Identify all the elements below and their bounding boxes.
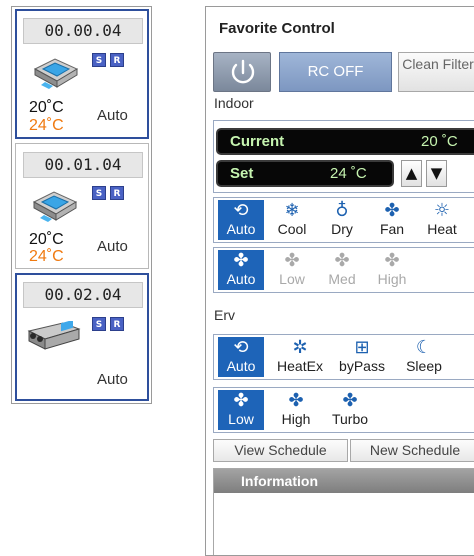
current-temp: 20˚C bbox=[29, 99, 64, 116]
snowflake-icon: ❄ bbox=[284, 200, 300, 221]
cassette-ac-icon bbox=[32, 191, 78, 222]
current-value: 20 ˚C bbox=[421, 133, 458, 150]
set-temp: 24˚C bbox=[29, 117, 64, 134]
erv-fan-turbo-button[interactable]: ✤ Turbo bbox=[327, 390, 373, 430]
unit-id: 00.02.04 bbox=[23, 282, 143, 308]
fan-auto-button[interactable]: ✤ Auto bbox=[218, 250, 264, 290]
information-header: Information bbox=[214, 469, 474, 493]
erv-fan-speed-row: ✤ Low ✤ High ✤ Turbo bbox=[213, 387, 474, 433]
indoor-section-label: Indoor bbox=[214, 95, 254, 111]
current-label: Current bbox=[230, 133, 285, 150]
s-badge: S bbox=[92, 317, 106, 331]
mode-label: Auto bbox=[97, 107, 128, 124]
erv-unit-icon bbox=[27, 321, 81, 350]
erv-heatex-button[interactable]: ✲ HeatEx bbox=[274, 337, 326, 377]
droplet-icon: ♁ bbox=[335, 200, 349, 221]
mode-dry-button[interactable]: ♁ Dry bbox=[319, 200, 365, 240]
fan-low-icon: ✤ bbox=[284, 250, 300, 271]
bypass-icon: ⊞ bbox=[354, 337, 370, 358]
auto-mode-icon: ⟲ bbox=[233, 200, 249, 221]
mode-label: Auto bbox=[97, 238, 128, 255]
mode-heat-button[interactable]: ☼ Heat bbox=[419, 200, 465, 240]
indoor-mode-row: ⟲ Auto ❄ Cool ♁ Dry ✤ Fan ☼ Heat bbox=[213, 197, 474, 243]
information-panel: Information bbox=[213, 468, 474, 555]
mode-auto-button[interactable]: ⟲ Auto bbox=[218, 200, 264, 240]
set-temp-display: Set 24 ˚C bbox=[216, 160, 394, 187]
fan-auto-icon: ✤ bbox=[233, 250, 249, 271]
current-temp-display: Current 20 ˚C bbox=[216, 128, 474, 155]
current-temp: 20˚C bbox=[29, 231, 64, 248]
r-badge: R bbox=[110, 53, 124, 67]
fan-low-button[interactable]: ✤ Low bbox=[269, 250, 315, 290]
unit-id: 00.00.04 bbox=[23, 18, 143, 44]
s-badge: S bbox=[92, 53, 106, 67]
erv-mode-row: ⟲ Auto ✲ HeatEx ⊞ byPass ☾ Sleep bbox=[213, 334, 474, 380]
unit-card-00-02-04[interactable]: 00.02.04 S R Auto bbox=[15, 273, 149, 401]
fan-high-icon: ✤ bbox=[288, 390, 304, 411]
erv-bypass-button[interactable]: ⊞ byPass bbox=[336, 337, 388, 377]
erv-section-label: Erv bbox=[214, 307, 235, 323]
rc-off-button[interactable]: RC OFF bbox=[279, 52, 392, 92]
fan-med-button[interactable]: ✤ Med bbox=[319, 250, 365, 290]
s-badge: S bbox=[92, 186, 106, 200]
indoor-fan-speed-row: ✤ Auto ✤ Low ✤ Med ✤ High bbox=[213, 247, 474, 293]
sleep-icon: ☾ bbox=[415, 337, 433, 358]
clean-filter-button[interactable]: Clean Filter bbox=[398, 52, 474, 92]
power-button[interactable] bbox=[213, 52, 271, 92]
set-temp: 24˚C bbox=[29, 248, 64, 265]
erv-sleep-button[interactable]: ☾ Sleep bbox=[398, 337, 450, 377]
fan-low-icon: ✤ bbox=[233, 390, 249, 411]
r-badge: R bbox=[110, 186, 124, 200]
sun-icon: ☼ bbox=[433, 200, 451, 221]
auto-mode-icon: ⟲ bbox=[233, 337, 249, 358]
heat-exchange-icon: ✲ bbox=[292, 337, 308, 358]
favorite-control-panel: Favorite Control RC OFF Clean Filter Ind… bbox=[205, 6, 474, 556]
view-schedule-button[interactable]: View Schedule bbox=[213, 439, 348, 462]
erv-auto-button[interactable]: ⟲ Auto bbox=[218, 337, 264, 377]
power-icon bbox=[231, 59, 255, 84]
fan-high-icon: ✤ bbox=[384, 250, 400, 271]
unit-id: 00.01.04 bbox=[23, 152, 143, 178]
unit-card-00-00-04[interactable]: 00.00.04 S R 20˚C 24˚C Auto bbox=[15, 9, 149, 139]
erv-fan-low-button[interactable]: ✤ Low bbox=[218, 390, 264, 430]
set-value: 24 ˚C bbox=[330, 165, 367, 182]
erv-fan-high-button[interactable]: ✤ High bbox=[273, 390, 319, 430]
set-label: Set bbox=[230, 165, 254, 182]
fan-high-button[interactable]: ✤ High bbox=[369, 250, 415, 290]
mode-label: Auto bbox=[97, 371, 128, 388]
mode-cool-button[interactable]: ❄ Cool bbox=[269, 200, 315, 240]
fan-med-icon: ✤ bbox=[334, 250, 350, 271]
unit-list: 00.00.04 S R 20˚C 24˚C Auto 00.01.04 S R… bbox=[11, 6, 152, 404]
fan-turbo-icon: ✤ bbox=[342, 390, 358, 411]
panel-title: Favorite Control bbox=[219, 20, 335, 37]
mode-fan-button[interactable]: ✤ Fan bbox=[369, 200, 415, 240]
new-schedule-button[interactable]: New Schedule bbox=[350, 439, 474, 462]
cassette-ac-icon bbox=[33, 58, 79, 89]
unit-card-00-01-04[interactable]: 00.01.04 S R 20˚C 24˚C Auto bbox=[15, 143, 149, 269]
fan-icon: ✤ bbox=[384, 200, 400, 221]
temp-down-button[interactable]: ▼ bbox=[426, 160, 447, 187]
r-badge: R bbox=[110, 317, 124, 331]
temp-up-button[interactable]: ▲ bbox=[401, 160, 422, 187]
